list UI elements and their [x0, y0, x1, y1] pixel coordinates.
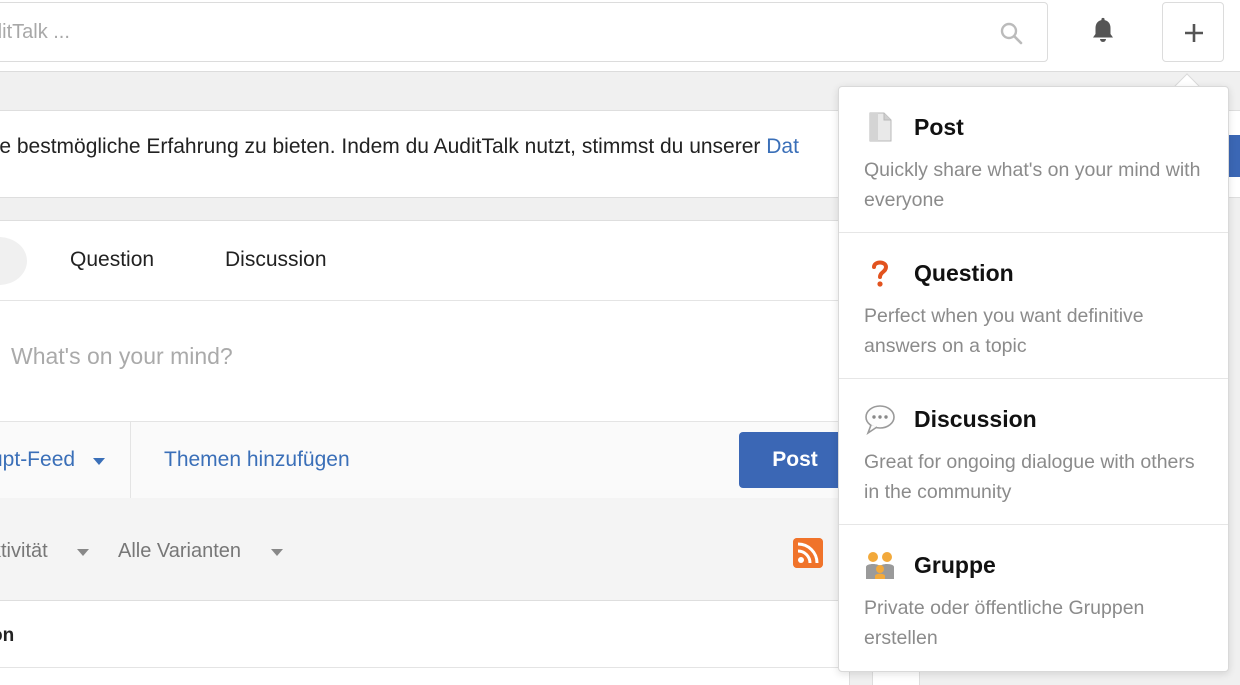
divider — [0, 667, 849, 668]
add-button[interactable] — [1162, 2, 1224, 62]
menu-item-title: Post — [914, 114, 964, 140]
menu-item-title: Gruppe — [914, 552, 996, 578]
create-menu: Post Quickly share what's on your mind w… — [838, 86, 1229, 672]
menu-item-discussion[interactable]: Discussion Great for ongoing dialogue wi… — [839, 379, 1228, 525]
chevron-down-icon — [77, 549, 89, 556]
question-icon — [872, 260, 889, 287]
post-text-input[interactable]: What's on your mind? — [11, 343, 233, 370]
activity-filter-label: ktivität — [0, 540, 48, 562]
search-icon[interactable] — [999, 21, 1023, 45]
chevron-down-icon — [271, 549, 283, 556]
menu-item-title: Discussion — [914, 406, 1037, 432]
privacy-link[interactable]: Dat — [766, 135, 799, 158]
filter-bar: ktivität Alle Varianten — [0, 498, 850, 600]
chevron-down-icon — [93, 458, 105, 465]
group-icon — [866, 552, 894, 579]
cookie-text: lie bestmögliche Erfahrung zu bieten. In… — [0, 135, 799, 159]
top-bar — [0, 0, 1240, 72]
document-icon — [869, 112, 892, 142]
feed-select-label: upt-Feed — [0, 448, 76, 471]
feed-heading: on — [0, 625, 15, 646]
menu-item-description: Perfect when you want definitive answers… — [864, 305, 1144, 357]
menu-item-question[interactable]: Question Perfect when you want definitiv… — [839, 233, 1228, 379]
menu-item-description: Quickly share what's on your mind with e… — [864, 159, 1201, 211]
menu-item-gruppe[interactable]: Gruppe Private oder öffentliche Gruppen … — [839, 525, 1228, 671]
search-input[interactable] — [0, 3, 981, 61]
tab-question[interactable]: Question — [70, 248, 154, 272]
rss-icon[interactable] — [793, 538, 823, 568]
menu-item-description: Great for ongoing dialogue with others i… — [864, 451, 1195, 503]
plus-icon — [1185, 24, 1203, 42]
bell-icon[interactable] — [1088, 16, 1118, 46]
tab-discussion[interactable]: Discussion — [225, 248, 327, 272]
speech-bubble-icon — [865, 405, 895, 435]
feed-list: on — [0, 600, 850, 685]
variants-filter-label: Alle Varianten — [118, 540, 242, 562]
composer-footer: upt-Feed Themen hinzufügen Post — [0, 421, 851, 500]
menu-item-post[interactable]: Post Quickly share what's on your mind w… — [839, 87, 1228, 233]
menu-item-title: Question — [914, 260, 1014, 286]
post-composer: Question Discussion What's on your mind?… — [0, 220, 851, 500]
cookie-message: lie bestmögliche Erfahrung zu bieten. In… — [0, 135, 767, 158]
search-box[interactable] — [0, 2, 1048, 62]
post-button[interactable]: Post — [739, 432, 851, 488]
activity-filter[interactable]: ktivität — [0, 540, 48, 563]
add-topics-link[interactable]: Themen hinzufügen — [164, 448, 350, 472]
composer-tabs: Question Discussion — [0, 221, 849, 301]
menu-item-description: Private oder öffentliche Gruppen erstell… — [864, 597, 1145, 649]
tab-post-avatar[interactable] — [0, 237, 27, 285]
variants-filter[interactable]: Alle Varianten — [118, 540, 241, 563]
feed-select[interactable]: upt-Feed — [0, 422, 131, 500]
